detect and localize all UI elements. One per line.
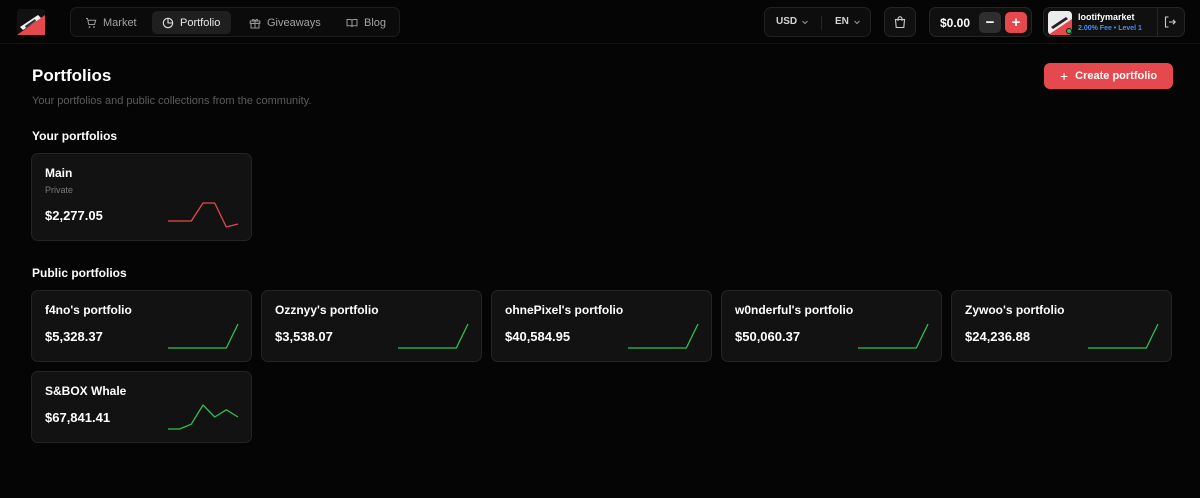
portfolio-name: ohnePixel's portfolio: [505, 303, 624, 317]
chevron-down-icon: [854, 20, 860, 24]
language-select[interactable]: EN: [835, 16, 861, 27]
nav-item-label: Market: [103, 16, 137, 29]
main-nav: Market Portfolio Giveaways Blog: [70, 7, 400, 37]
portfolio-card[interactable]: S&BOX Whale $67,841.41: [31, 371, 252, 443]
portfolio-card[interactable]: Ozznyy's portfolio $3,538.07: [261, 290, 482, 362]
online-status-dot: [1066, 28, 1072, 34]
book-icon: [346, 18, 358, 27]
portfolio-card[interactable]: Zywoo's portfolio $24,236.88: [951, 290, 1172, 362]
chevron-down-icon: [802, 20, 808, 24]
portfolio-name: Main: [45, 166, 73, 180]
nav-item-label: Giveaways: [267, 16, 321, 29]
sparkline-path: [168, 404, 239, 430]
portfolio-value: $24,236.88: [965, 329, 1031, 344]
portfolio-name: f4no's portfolio: [45, 303, 132, 317]
portfolio-name: S&BOX Whale: [45, 384, 127, 398]
currency-select[interactable]: USD: [776, 16, 809, 27]
user-menu: lootifymarket 2.00% Fee • Level 1: [1043, 7, 1185, 37]
portfolio-value: $40,584.95: [505, 329, 571, 344]
nav-item-label: Blog: [364, 16, 387, 29]
portfolio-privacy: Private: [45, 185, 74, 195]
locale-selector: USD EN: [764, 7, 871, 37]
portfolio-card[interactable]: f4no's portfolio $5,328.37: [31, 290, 252, 362]
withdraw-button[interactable]: −: [979, 12, 1001, 33]
nav-item-blog[interactable]: Blog: [337, 11, 391, 34]
divider: [821, 16, 822, 30]
sparkline-path: [168, 202, 239, 228]
page-title: Portfolios: [32, 66, 112, 85]
nav-item-giveaways[interactable]: Giveaways: [239, 11, 325, 34]
fee-level-label: 2.00% Fee • Level 1: [1078, 25, 1142, 32]
shopping-bag-button[interactable]: [884, 7, 916, 37]
portfolio-sparkline: [628, 323, 699, 349]
cart-icon: [86, 17, 97, 28]
your-portfolios-heading: Your portfolios: [32, 129, 118, 143]
page-subtitle: Your portfolios and public collections f…: [32, 95, 312, 107]
portfolio-sparkline: [858, 323, 929, 349]
sparkline-path: [398, 323, 469, 349]
portfolio-sparkline: [168, 323, 239, 349]
portfolio-value: $2,277.05: [45, 208, 103, 223]
portfolio-name: w0nderful's portfolio: [735, 303, 854, 317]
portfolio-sparkline: [168, 202, 239, 228]
sparkline-path: [1088, 323, 1159, 349]
sparkline-path: [858, 323, 929, 349]
portfolio-value: $67,841.41: [45, 410, 111, 425]
balance-amount: $0.00: [940, 16, 971, 30]
deposit-button[interactable]: +: [1005, 12, 1027, 33]
plus-icon: +: [1059, 68, 1069, 84]
divider: [1157, 8, 1158, 36]
pie-chart-icon: [162, 17, 174, 28]
portfolio-card-main[interactable]: Main Private $2,277.05: [31, 153, 252, 241]
portfolio-card[interactable]: w0nderful's portfolio $50,060.37: [721, 290, 942, 362]
sparkline-path: [628, 323, 699, 349]
wallet-balance: $0.00 − +: [929, 7, 1032, 37]
create-portfolio-label: Create portfolio: [1075, 70, 1158, 82]
nav-item-market[interactable]: Market: [81, 11, 145, 34]
shopping-bag-icon: [894, 16, 906, 29]
nav-item-portfolio[interactable]: Portfolio: [152, 11, 231, 34]
create-portfolio-button[interactable]: + Create portfolio: [1044, 63, 1173, 89]
portfolio-name: Ozznyy's portfolio: [275, 303, 379, 317]
username: lootifymarket: [1078, 12, 1135, 22]
portfolio-value: $5,328.37: [45, 329, 103, 344]
logout-icon[interactable]: [1163, 15, 1177, 29]
portfolio-sparkline: [168, 404, 239, 430]
portfolio-name: Zywoo's portfolio: [965, 303, 1065, 317]
site-logo[interactable]: [17, 9, 45, 35]
sparkline-path: [168, 323, 239, 349]
portfolio-value: $3,538.07: [275, 329, 333, 344]
portfolio-card[interactable]: ohnePixel's portfolio $40,584.95: [491, 290, 712, 362]
nav-item-label: Portfolio: [180, 16, 221, 29]
public-portfolios-heading: Public portfolios: [32, 266, 127, 280]
portfolio-value: $50,060.37: [735, 329, 801, 344]
gift-icon: [249, 18, 261, 28]
portfolio-sparkline: [398, 323, 469, 349]
portfolio-sparkline: [1088, 323, 1159, 349]
top-navbar: Market Portfolio Giveaways Blog USD EN $…: [0, 0, 1200, 44]
